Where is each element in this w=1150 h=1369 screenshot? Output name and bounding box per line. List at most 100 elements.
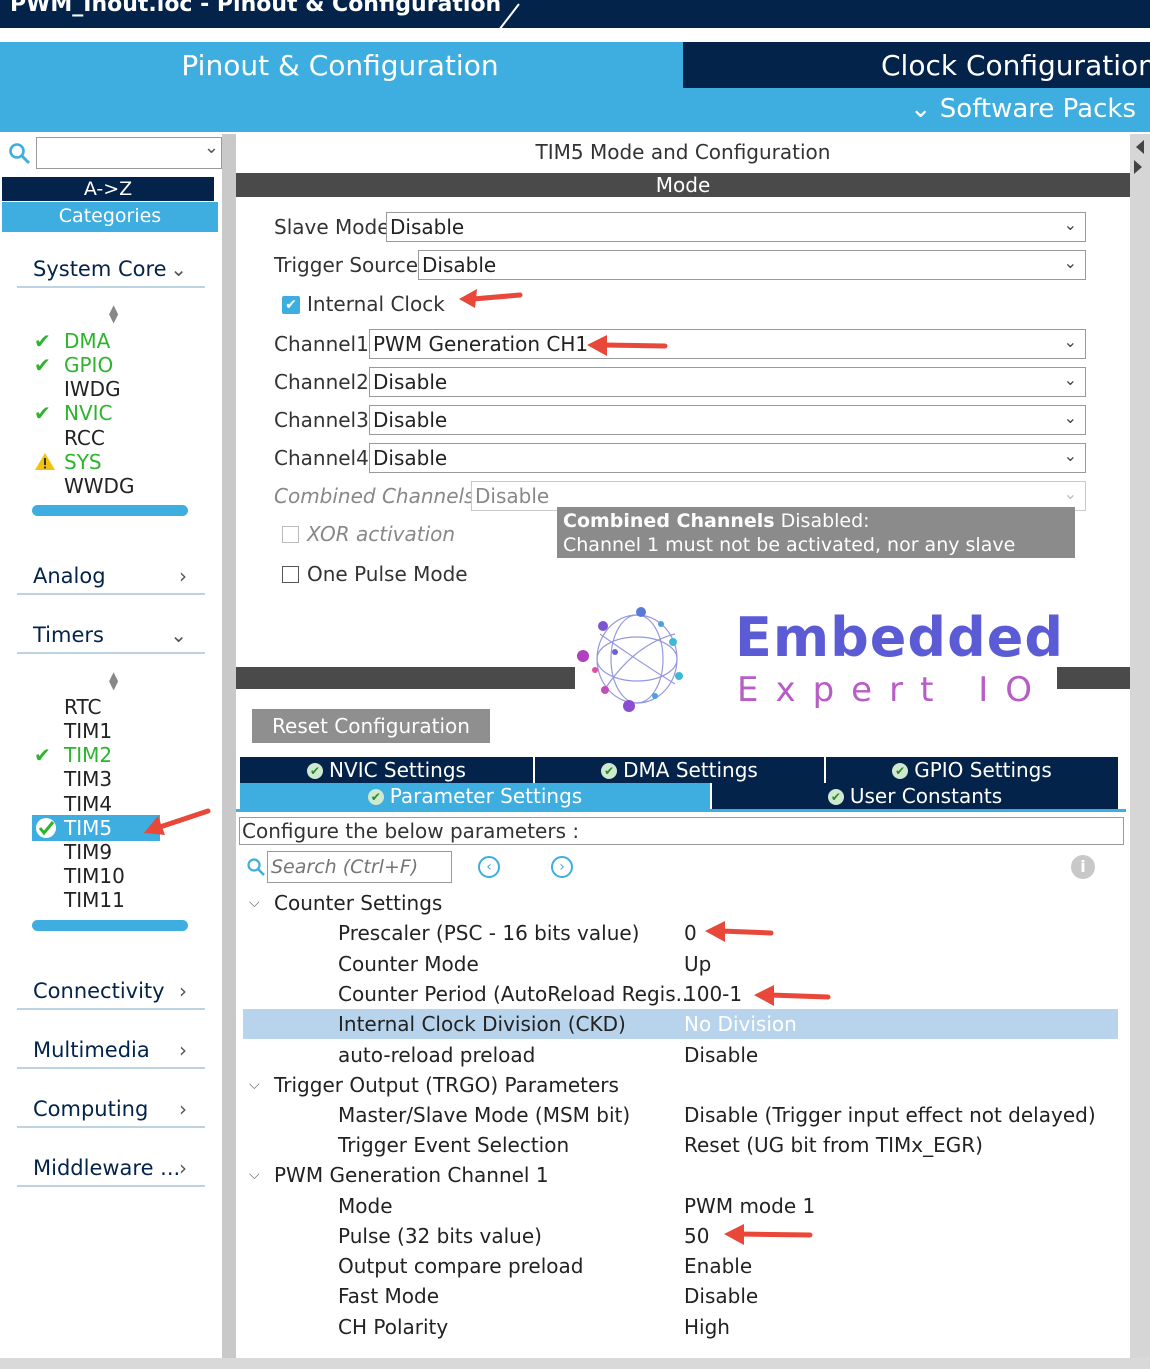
param-value[interactable]: Disable (Trigger input effect not delaye… bbox=[684, 1100, 1096, 1130]
sidebar-item-tim2[interactable]: TIM2 bbox=[64, 743, 112, 767]
sidebar-item-dma[interactable]: DMA bbox=[64, 329, 110, 353]
sort-updown-icon[interactable]: ▲ ▼ bbox=[109, 670, 118, 691]
slave-mode-dropdown[interactable]: Disable ⌄ bbox=[386, 212, 1086, 242]
xor-activation-label: XOR activation bbox=[307, 522, 456, 546]
chevron-down-icon: ⌄ bbox=[170, 623, 187, 647]
internal-clock-checkbox[interactable]: ✔ bbox=[282, 296, 300, 314]
sidebar-item-rtc[interactable]: RTC bbox=[64, 695, 101, 719]
param-row-counter-period[interactable]: Counter Period (AutoReload Regis... 100-1 bbox=[243, 979, 1118, 1009]
param-row-ch-polarity[interactable]: CH Polarity High bbox=[243, 1312, 1118, 1342]
section-computing[interactable]: Computing › bbox=[17, 1094, 205, 1128]
tab-user-constants[interactable]: ✔ User Constants bbox=[712, 783, 1118, 809]
trigger-source-dropdown[interactable]: Disable ⌄ bbox=[418, 250, 1086, 280]
sort-updown-icon[interactable]: ▲ ▼ bbox=[109, 303, 118, 324]
param-key: Counter Settings bbox=[274, 891, 443, 915]
tab-clock-configuration[interactable]: Clock Configuration bbox=[683, 42, 1150, 88]
section-middleware[interactable]: Middleware ... › bbox=[17, 1153, 205, 1187]
param-row-clock-division[interactable]: Internal Clock Division (CKD) No Division bbox=[243, 1009, 1118, 1039]
sidebar-item-tim5[interactable]: TIM5 bbox=[64, 816, 112, 840]
search-previous-icon[interactable]: ‹ bbox=[478, 856, 500, 878]
one-pulse-checkbox[interactable] bbox=[282, 566, 299, 583]
chevron-down-icon: ⌄ bbox=[909, 94, 932, 124]
section-multimedia[interactable]: Multimedia › bbox=[17, 1035, 205, 1069]
sidebar-item-tim11[interactable]: TIM11 bbox=[64, 888, 125, 912]
timers-scrollbar[interactable] bbox=[32, 920, 188, 931]
param-value[interactable]: No Division bbox=[684, 1009, 797, 1039]
section-timers[interactable]: Timers ⌄ bbox=[17, 620, 205, 654]
sort-az-button[interactable]: A->Z bbox=[2, 177, 214, 201]
param-key: Trigger Output (TRGO) Parameters bbox=[274, 1073, 619, 1097]
right-scroll-frame[interactable] bbox=[1130, 134, 1150, 1364]
software-packs-menu[interactable]: ⌄ Software Packs bbox=[910, 94, 1136, 124]
param-row-msm[interactable]: Master/Slave Mode (MSM bit) Disable (Trig… bbox=[243, 1100, 1118, 1130]
param-value[interactable]: Up bbox=[684, 949, 711, 979]
sidebar-search-input[interactable]: ⌄ bbox=[36, 137, 222, 169]
param-value[interactable]: PWM mode 1 bbox=[684, 1191, 815, 1221]
param-row-prescaler[interactable]: Prescaler (PSC - 16 bits value) 0 bbox=[243, 918, 1118, 948]
chevron-down-icon: ⌄ bbox=[1063, 370, 1077, 389]
tab-gpio-settings[interactable]: ✔ GPIO Settings bbox=[826, 757, 1118, 783]
tab-parameter-settings[interactable]: ✔ Parameter Settings bbox=[240, 783, 710, 809]
param-key: Counter Period (AutoReload Regis... bbox=[338, 982, 695, 1006]
channel1-dropdown[interactable]: PWM Generation CH1 ⌄ bbox=[369, 329, 1086, 359]
sidebar-item-tim1[interactable]: TIM1 bbox=[64, 719, 112, 743]
sidebar-item-tim4[interactable]: TIM4 bbox=[64, 792, 112, 816]
section-analog[interactable]: Analog › bbox=[17, 561, 205, 595]
param-value[interactable]: High bbox=[684, 1312, 730, 1342]
tab-pinout-configuration[interactable]: Pinout & Configuration bbox=[0, 42, 680, 88]
parameter-search-input[interactable] bbox=[267, 851, 452, 883]
param-row-fast-mode[interactable]: Fast Mode Disable bbox=[243, 1281, 1118, 1311]
param-key: Pulse (32 bits value) bbox=[338, 1224, 542, 1248]
section-label: Connectivity bbox=[33, 979, 165, 1003]
sidebar-item-tim10[interactable]: TIM10 bbox=[64, 864, 125, 888]
ok-check-icon bbox=[36, 818, 56, 838]
collapse-arrows-icon[interactable] bbox=[1132, 138, 1146, 178]
search-icon[interactable] bbox=[8, 142, 32, 166]
ok-check-icon: ✔ bbox=[307, 763, 324, 779]
param-row-counter-mode[interactable]: Counter Mode Up bbox=[243, 949, 1118, 979]
channel2-dropdown[interactable]: Disable ⌄ bbox=[369, 367, 1086, 397]
sidebar-item-tim3[interactable]: TIM3 bbox=[64, 767, 112, 791]
sidebar-item-gpio[interactable]: GPIO bbox=[64, 353, 113, 377]
reset-configuration-button[interactable]: Reset Configuration bbox=[252, 709, 490, 743]
param-value[interactable]: Enable bbox=[684, 1251, 752, 1281]
param-group-counter-settings[interactable]: ⌵ Counter Settings bbox=[243, 888, 1118, 918]
param-row-trigger-event[interactable]: Trigger Event Selection Reset (UG bit fro… bbox=[243, 1130, 1118, 1160]
param-value[interactable]: 100-1 bbox=[684, 979, 742, 1009]
param-row-pwm-mode[interactable]: Mode PWM mode 1 bbox=[243, 1191, 1118, 1221]
dropdown-value: Disable bbox=[390, 215, 465, 239]
param-value[interactable]: Reset (UG bit from TIMx_EGR) bbox=[684, 1130, 983, 1160]
search-next-icon[interactable]: › bbox=[551, 856, 573, 878]
channel3-dropdown[interactable]: Disable ⌄ bbox=[369, 405, 1086, 435]
channel4-dropdown[interactable]: Disable ⌄ bbox=[369, 443, 1086, 473]
section-system-core[interactable]: System Core ⌄ bbox=[17, 254, 205, 288]
param-value[interactable]: 0 bbox=[684, 918, 697, 948]
param-key: auto-reload preload bbox=[338, 1043, 536, 1067]
param-value[interactable]: Disable bbox=[684, 1281, 758, 1311]
section-label: Analog bbox=[33, 564, 106, 588]
tab-nvic-settings[interactable]: ✔ NVIC Settings bbox=[240, 757, 533, 783]
section-connectivity[interactable]: Connectivity › bbox=[17, 976, 205, 1010]
param-row-oc-preload[interactable]: Output compare preload Enable bbox=[243, 1251, 1118, 1281]
sidebar-item-nvic[interactable]: NVIC bbox=[64, 401, 113, 425]
system-core-scrollbar[interactable] bbox=[32, 505, 188, 516]
sidebar-item-sys[interactable]: SYS bbox=[64, 450, 102, 474]
param-group-trgo[interactable]: ⌵ Trigger Output (TRGO) Parameters bbox=[243, 1070, 1118, 1100]
categories-button[interactable]: Categories bbox=[2, 202, 218, 232]
sidebar-item-tim9[interactable]: TIM9 bbox=[64, 840, 112, 864]
splitter-left[interactable] bbox=[222, 134, 236, 1364]
param-row-auto-reload[interactable]: auto-reload preload Disable bbox=[243, 1040, 1118, 1070]
param-value[interactable]: 50 bbox=[684, 1221, 709, 1251]
tab-dma-settings[interactable]: ✔ DMA Settings bbox=[535, 757, 824, 783]
chevron-down-icon: ⌄ bbox=[1063, 408, 1077, 427]
ok-check-icon: ✔ bbox=[34, 401, 51, 425]
info-icon[interactable]: i bbox=[1071, 855, 1095, 879]
param-value[interactable]: Disable bbox=[684, 1040, 758, 1070]
sidebar-item-wwdg[interactable]: WWDG bbox=[64, 474, 134, 498]
param-row-pulse[interactable]: Pulse (32 bits value) 50 bbox=[243, 1221, 1118, 1251]
sidebar-item-iwdg[interactable]: IWDG bbox=[64, 377, 121, 401]
param-key: Counter Mode bbox=[338, 952, 479, 976]
sidebar-item-rcc[interactable]: RCC bbox=[64, 426, 105, 450]
chevron-down-icon: ⌄ bbox=[203, 137, 219, 158]
param-group-pwm-channel1[interactable]: ⌵ PWM Generation Channel 1 bbox=[243, 1160, 1118, 1190]
